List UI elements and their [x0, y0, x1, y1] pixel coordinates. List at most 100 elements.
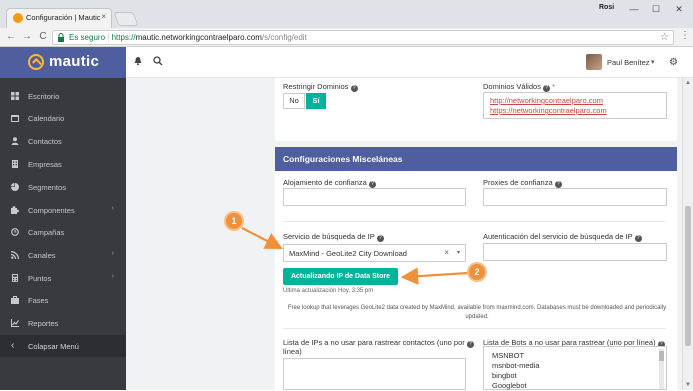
url-scheme: https:// [111, 33, 136, 42]
user-avatar[interactable] [586, 54, 602, 70]
sidebar-item-label: Puntos [28, 274, 52, 283]
lock-icon [58, 33, 64, 42]
help-icon[interactable]: ? [466, 341, 474, 348]
scrollbar-thumb[interactable] [685, 206, 691, 346]
tab-close-icon[interactable]: × [101, 12, 106, 21]
brand-logo[interactable]: mautic [0, 47, 126, 78]
rss-icon [11, 251, 19, 259]
forward-button[interactable]: → [20, 30, 34, 44]
app-header: mautic Paul Benítez ▾ ⚙ [0, 47, 693, 78]
sidebar-item-calendario[interactable]: Calendario [0, 107, 126, 129]
sidebar-item-empresas[interactable]: Empresas [0, 153, 126, 175]
sidebar-item-label: Componentes [28, 206, 75, 215]
ips-no-track-textarea[interactable] [283, 358, 466, 390]
browser-tab[interactable]: Configuración | Mautic × [6, 8, 112, 28]
ips-no-track-label-line2: línea) [283, 347, 302, 356]
sidebar-item-label: Escritorio [28, 92, 60, 101]
sidebar-item-contactos[interactable]: Contactos [0, 130, 126, 152]
sidebar-item-label: Fases [28, 296, 49, 305]
url-path: /s/config/edit [261, 33, 307, 42]
clear-icon[interactable]: × [444, 248, 449, 257]
collapse-menu-button[interactable]: ‹ Colapsar Menú [0, 335, 126, 357]
help-icon[interactable]: ? [543, 85, 551, 92]
sidebar-item-escritorio[interactable]: Escritorio [0, 85, 126, 107]
ip-lookup-service-label: Servicio de búsqueda de IP ? [283, 232, 384, 242]
trusted-hosts-input[interactable] [283, 188, 466, 206]
briefcase-icon [11, 296, 19, 304]
secure-label: Es seguro [69, 33, 106, 42]
ip-lookup-auth-label: Autenticación del servicio de búsqueda d… [483, 232, 642, 242]
update-ip-datastore-button[interactable]: Actualizando IP de Data Store [283, 268, 398, 285]
callout-1: 1 [226, 213, 242, 229]
reload-button[interactable]: C [36, 30, 50, 44]
restrict-domains-yes-button[interactable]: Sí [306, 93, 326, 109]
dashboard-icon [11, 92, 19, 100]
bots-no-track-textarea[interactable]: MSNBOT msnbot-media bingbot Googlebot [483, 346, 667, 390]
puzzle-icon [11, 206, 19, 214]
settings-gear-icon[interactable]: ⚙ [669, 57, 678, 68]
line-chart-icon [11, 319, 19, 327]
chevron-down-icon[interactable]: ▾ [457, 249, 460, 256]
sidebar-item-label: Canales [28, 251, 56, 260]
mautic-favicon-icon [13, 13, 23, 23]
chevron-right-icon: › [111, 273, 114, 280]
user-icon [11, 137, 19, 145]
sidebar-item-componentes[interactable]: Componentes › [0, 199, 126, 221]
chevron-right-icon: › [111, 250, 114, 257]
help-icon[interactable]: ? [554, 181, 562, 188]
trusted-proxies-label: Proxies de confianza ? [483, 178, 562, 188]
scroll-up-icon[interactable]: ▲ [685, 80, 691, 86]
trusted-hosts-label: Alojamiento de confianza ? [283, 178, 376, 188]
divider [283, 221, 666, 222]
valid-domains-textarea[interactable]: http://networkingcontraelparo.com https:… [483, 92, 667, 119]
mautic-logo-icon [28, 54, 44, 70]
help-icon[interactable]: ? [350, 85, 358, 92]
ip-lookup-service-select[interactable]: MaxMind - GeoLite2 City Download × ▾ [283, 244, 466, 262]
calculator-icon [12, 274, 18, 282]
new-tab-button[interactable] [113, 12, 139, 26]
browser-profile-name[interactable]: Rosi [599, 4, 614, 11]
minimize-button[interactable]: — [624, 2, 644, 16]
ips-no-track-label: Lista de IPs a no usar para rastrear con… [283, 338, 474, 348]
last-update-text: Última actualización Hoy, 3:35 pm [283, 288, 374, 294]
search-icon[interactable] [152, 56, 164, 68]
back-button[interactable]: ← [4, 30, 18, 44]
tab-title: Configuración | Mautic [26, 13, 101, 22]
help-icon[interactable]: ? [634, 235, 642, 242]
help-icon[interactable]: ? [368, 181, 376, 188]
notifications-bell-icon[interactable] [132, 56, 144, 68]
url-domain: mautic.networkingcontraelparo.com [135, 33, 262, 42]
calendar-icon [11, 115, 19, 122]
sidebar-item-segmentos[interactable]: Segmentos [0, 176, 126, 198]
ip-lookup-auth-input[interactable] [483, 243, 667, 261]
restrict-domains-no-button[interactable]: No [283, 93, 305, 109]
user-name[interactable]: Paul Benítez [607, 58, 650, 67]
sidebar-item-label: Segmentos [28, 183, 66, 192]
trusted-proxies-input[interactable] [483, 188, 667, 206]
sidebar-item-reportes[interactable]: Reportes [0, 312, 126, 334]
bookmark-star-icon[interactable]: ☆ [660, 31, 669, 44]
help-icon[interactable]: ? [376, 235, 384, 242]
window-close-button[interactable]: ✕ [669, 2, 689, 16]
textarea-scrollbar[interactable] [659, 349, 664, 389]
chevron-down-icon[interactable]: ▾ [651, 58, 655, 66]
brand-name: mautic [49, 53, 100, 70]
address-bar[interactable]: Es seguro | https://mautic.networkingcon… [52, 30, 674, 45]
sidebar-item-label: Calendario [28, 114, 65, 123]
page-scrollbar[interactable]: ▲ ▼ [682, 78, 693, 390]
sidebar-item-fases[interactable]: Fases [0, 289, 126, 311]
sidebar-item-label: Empresas [28, 160, 62, 169]
sidebar-item-puntos[interactable]: Puntos › [0, 267, 126, 289]
ip-lookup-help-text: Free lookup that leverages GeoLite2 data… [287, 305, 667, 320]
sidebar-item-canales[interactable]: Canales › [0, 244, 126, 266]
sidebar-item-campanas[interactable]: Campañas [0, 221, 126, 243]
list-item: msnbot-media [492, 361, 540, 370]
divider [283, 328, 666, 329]
ip-lookup-service-value: MaxMind - GeoLite2 City Download [289, 249, 407, 258]
collapse-menu-label: Colapsar Menú [28, 342, 79, 351]
valid-domains-label: Dominios Válidos ? * [483, 82, 556, 92]
scroll-down-icon[interactable]: ▼ [685, 382, 691, 388]
browser-menu-icon[interactable]: ⋮ [680, 30, 690, 41]
maximize-button[interactable]: ☐ [646, 2, 666, 16]
valid-domain-line: https://networkingcontraelparo.com [490, 106, 607, 115]
